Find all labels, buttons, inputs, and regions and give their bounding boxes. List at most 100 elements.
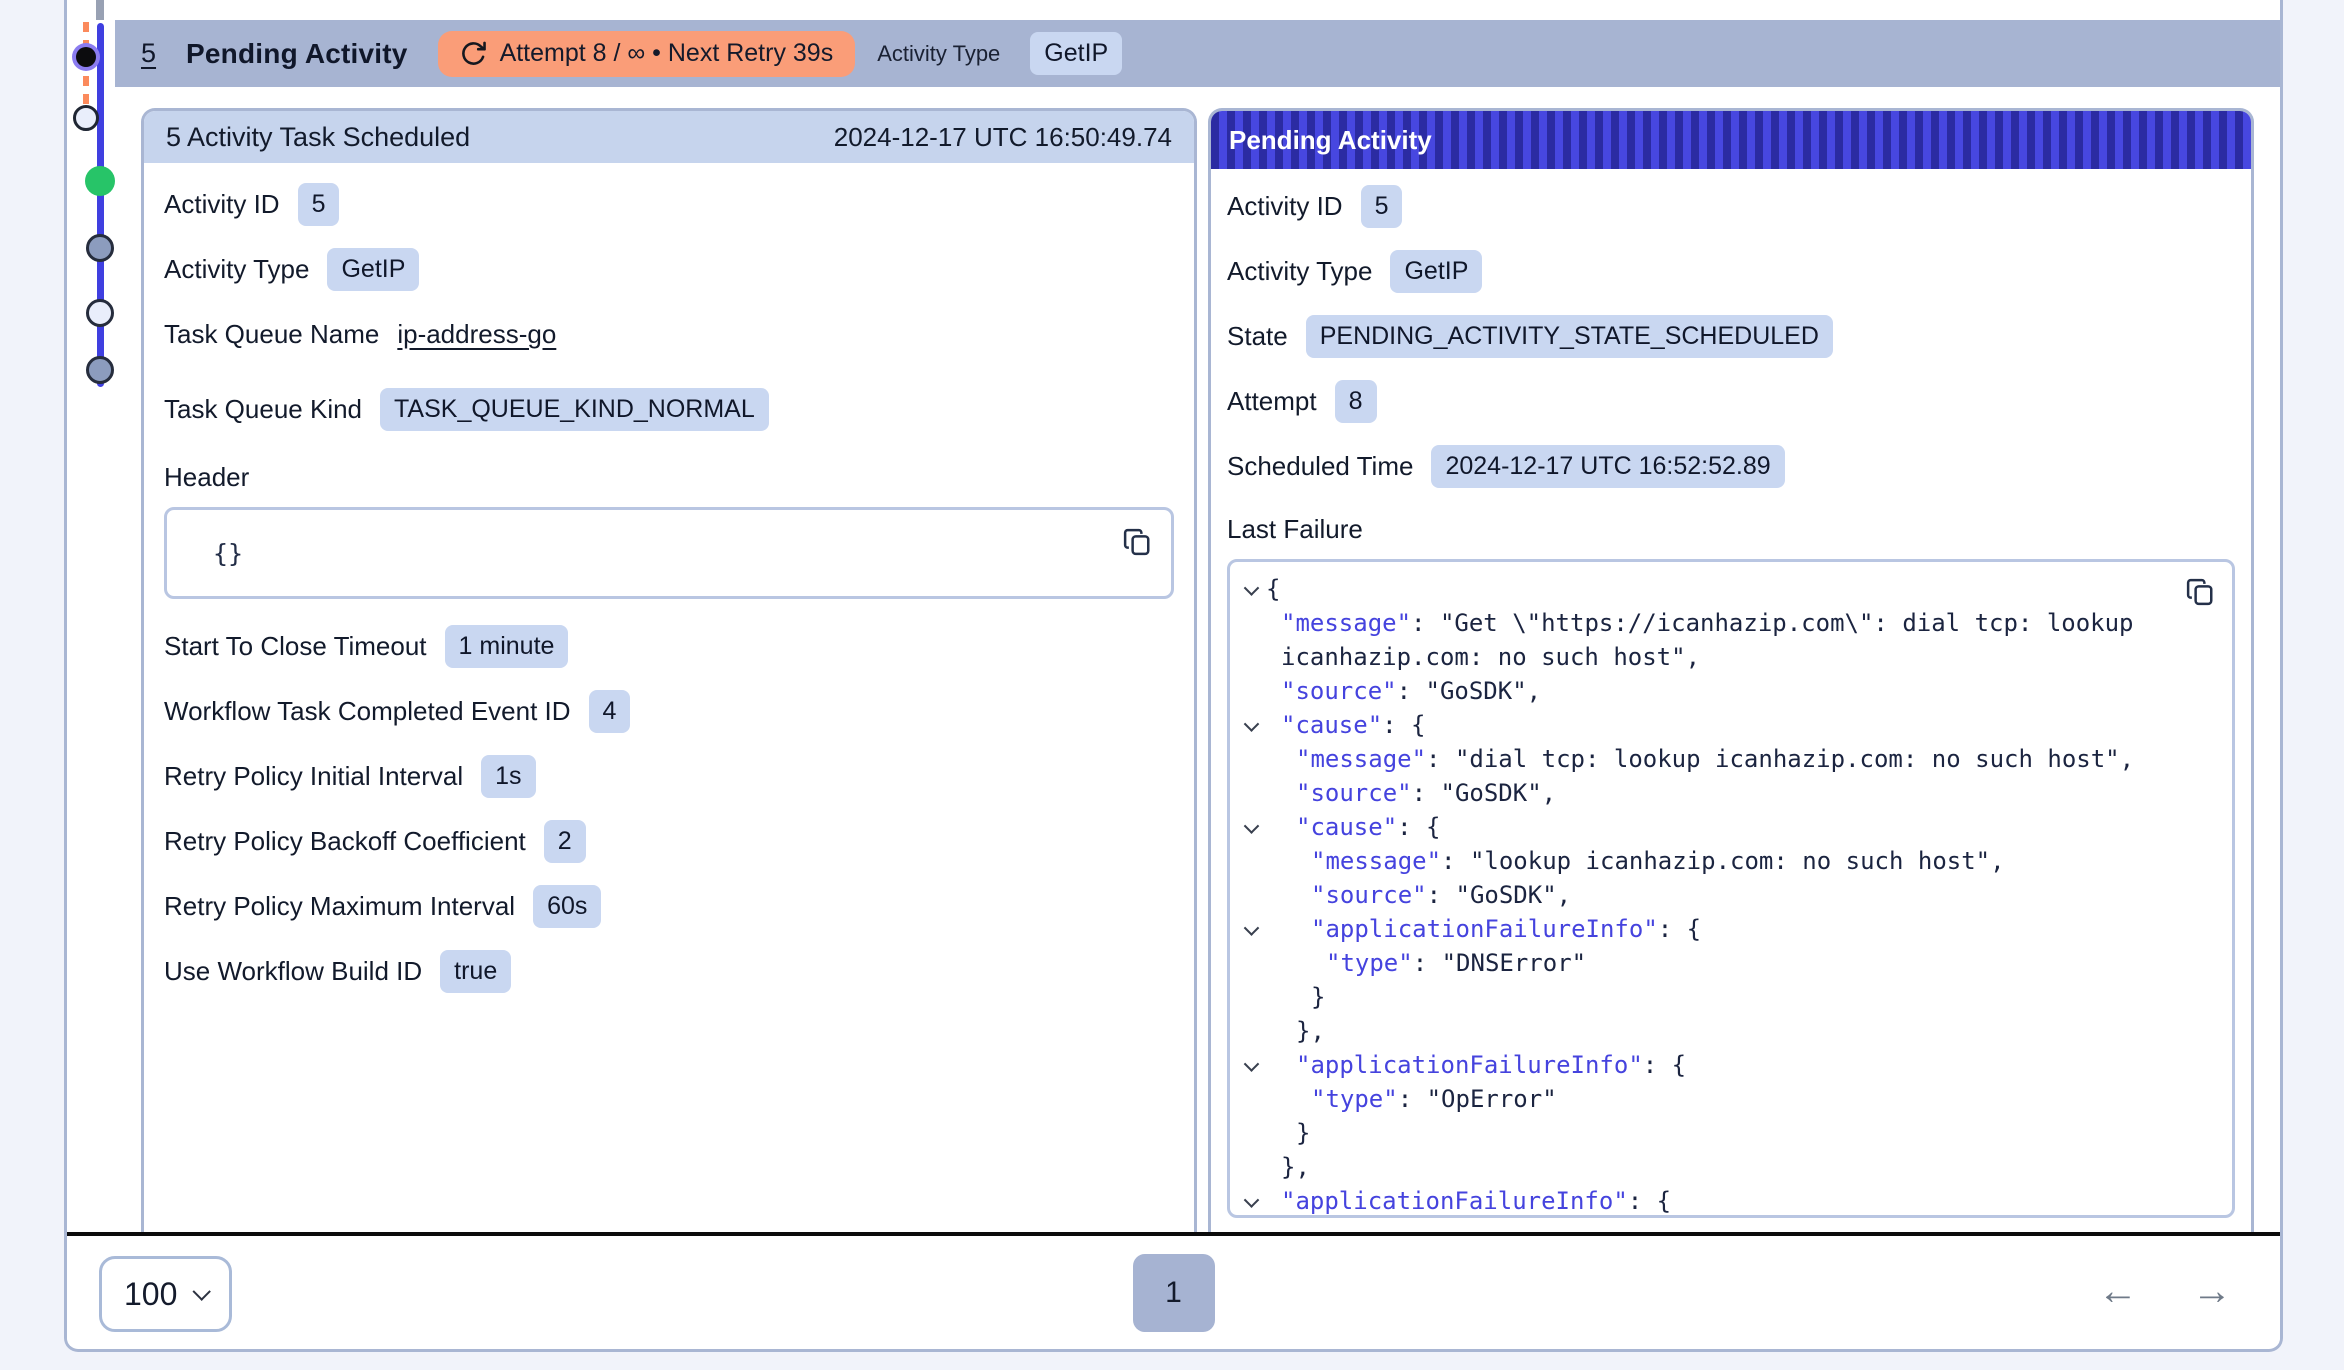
field-row: Scheduled Time 2024-12-17 UTC 16:52:52.8… bbox=[1227, 443, 2235, 489]
json-line: "cause": { bbox=[1236, 708, 2182, 742]
json-line: "type": "OpError" bbox=[1236, 1082, 2182, 1116]
previous-page-arrow-icon[interactable]: ← bbox=[2098, 1271, 2138, 1311]
chevron-spacer bbox=[1236, 946, 1266, 980]
json-line-text: "cause": { bbox=[1266, 708, 2182, 742]
field-value-badge: true bbox=[440, 950, 511, 993]
field-value-badge: 2 bbox=[544, 820, 586, 863]
json-line: "applicationFailureInfo": { bbox=[1236, 912, 2182, 946]
page-number-button[interactable]: 1 bbox=[1133, 1254, 1215, 1332]
field-row: Task Queue Name ip-address-go bbox=[164, 311, 1174, 357]
chevron-spacer bbox=[1236, 980, 1266, 1014]
next-page-arrow-icon[interactable]: → bbox=[2192, 1271, 2232, 1311]
pending-card-header: Pending Activity bbox=[1211, 111, 2251, 169]
event-id-link[interactable]: 5 bbox=[141, 38, 156, 69]
activity-type-label: Activity Type bbox=[877, 41, 1000, 67]
field-row: Attempt 8 bbox=[1227, 378, 2235, 424]
field-label: Scheduled Time bbox=[1227, 451, 1413, 482]
chevron-spacer bbox=[1236, 674, 1266, 708]
json-line-text: }, bbox=[1266, 1150, 2182, 1184]
field-label: Retry Policy Maximum Interval bbox=[164, 891, 515, 922]
field-label: State bbox=[1227, 321, 1288, 352]
scheduled-card-body: Activity ID 5 Activity Type GetIP Task Q… bbox=[144, 163, 1194, 1232]
collapse-chevron-icon[interactable] bbox=[1236, 810, 1266, 844]
json-line: "type": "DNSError" bbox=[1236, 946, 2182, 980]
field-label: Activity Type bbox=[1227, 256, 1372, 287]
page-size-value: 100 bbox=[124, 1276, 177, 1313]
collapse-chevron-icon[interactable] bbox=[1236, 1184, 1266, 1218]
refresh-icon bbox=[460, 40, 487, 67]
copy-button[interactable] bbox=[1119, 524, 1155, 560]
copy-icon bbox=[1122, 527, 1152, 557]
timeline-marker-completed[interactable] bbox=[85, 166, 115, 196]
last-failure-json-block: {"message": "Get \"https://icanhazip.com… bbox=[1227, 559, 2235, 1218]
chevron-spacer bbox=[1236, 776, 1266, 810]
previous-row-remnant bbox=[67, 0, 2280, 20]
chevron-spacer bbox=[1236, 1150, 1266, 1184]
chevron-spacer bbox=[1236, 1082, 1266, 1116]
retry-badge: Attempt 8 / ∞ • Next Retry 39s bbox=[438, 31, 856, 77]
json-line-text: { bbox=[1266, 572, 2182, 606]
timeline-marker-event-1[interactable] bbox=[86, 234, 114, 262]
field-row: Activity Type GetIP bbox=[164, 246, 1174, 292]
json-line: }, bbox=[1236, 1014, 2182, 1048]
json-line-text: "message": "dial tcp: lookup icanhazip.c… bbox=[1266, 742, 2182, 776]
field-label: Task Queue Name bbox=[164, 319, 379, 350]
field-label: Use Workflow Build ID bbox=[164, 956, 422, 987]
chevron-spacer bbox=[1236, 1116, 1266, 1150]
json-line: "message": "lookup icanhazip.com: no suc… bbox=[1236, 844, 2182, 878]
field-value-badge: 1 minute bbox=[445, 625, 569, 668]
field-label: Attempt bbox=[1227, 386, 1317, 417]
json-line-text: "type": "OpError" bbox=[1266, 1082, 2182, 1116]
json-line-text: "source": "GoSDK", bbox=[1266, 776, 2182, 810]
field-value-badge: 4 bbox=[589, 690, 631, 733]
field-row: Start To Close Timeout 1 minute bbox=[164, 623, 1174, 669]
scheduled-card-header: 5 Activity Task Scheduled 2024-12-17 UTC… bbox=[144, 111, 1194, 163]
header-payload-text: {} bbox=[213, 539, 243, 568]
timeline-line-previous bbox=[96, 0, 104, 20]
page-size-select[interactable]: 100 bbox=[99, 1256, 232, 1332]
collapse-chevron-icon[interactable] bbox=[1236, 708, 1266, 742]
field-value-badge: 8 bbox=[1335, 380, 1377, 423]
timeline-marker-current[interactable] bbox=[76, 47, 96, 67]
page: 5 Pending Activity Attempt 8 / ∞ • Next … bbox=[0, 0, 2344, 1370]
chevron-spacer bbox=[1236, 878, 1266, 912]
field-row: Retry Policy Backoff Coefficient 2 bbox=[164, 818, 1174, 864]
field-label: Start To Close Timeout bbox=[164, 631, 427, 662]
timeline-marker-event-3[interactable] bbox=[86, 356, 114, 384]
field-row: Activity ID 5 bbox=[1227, 183, 2235, 229]
json-line: "message": "Get \"https://icanhazip.com\… bbox=[1236, 606, 2182, 674]
retry-badge-text: Attempt 8 / ∞ • Next Retry 39s bbox=[500, 39, 834, 68]
json-line-text: "applicationFailureInfo": { bbox=[1266, 912, 2182, 946]
collapse-chevron-icon[interactable] bbox=[1236, 1048, 1266, 1082]
json-line-text: "source": "GoSDK", bbox=[1266, 878, 2182, 912]
scheduled-card-timestamp: 2024-12-17 UTC 16:50:49.74 bbox=[834, 122, 1172, 153]
json-line-text: "applicationFailureInfo": { bbox=[1266, 1048, 2182, 1082]
event-detail-area: 5 Activity Task Scheduled 2024-12-17 UTC… bbox=[67, 87, 2280, 1232]
field-value-badge: GetIP bbox=[327, 248, 419, 291]
json-viewer: {"message": "Get \"https://icanhazip.com… bbox=[1236, 572, 2182, 1218]
last-failure-label: Last Failure bbox=[1227, 514, 2235, 545]
field-label: Activity Type bbox=[164, 254, 309, 285]
field-label: Task Queue Kind bbox=[164, 394, 362, 425]
event-row-pending-activity[interactable]: 5 Pending Activity Attempt 8 / ∞ • Next … bbox=[67, 20, 2280, 87]
field-row: Retry Policy Initial Interval 1s bbox=[164, 753, 1174, 799]
chevron-spacer bbox=[1236, 606, 1266, 640]
task-queue-link[interactable]: ip-address-go bbox=[397, 319, 556, 350]
copy-button[interactable] bbox=[2182, 574, 2218, 610]
event-history-panel: 5 Pending Activity Attempt 8 / ∞ • Next … bbox=[64, 0, 2283, 1352]
json-line: "source": "GoSDK", bbox=[1236, 878, 2182, 912]
field-label: Retry Policy Initial Interval bbox=[164, 761, 463, 792]
json-line-text: "type": "DNSError" bbox=[1266, 946, 2182, 980]
json-line-text: } bbox=[1266, 980, 2182, 1014]
chevron-down-icon bbox=[192, 1282, 210, 1300]
timeline-line-current bbox=[97, 23, 104, 387]
collapse-chevron-icon[interactable] bbox=[1236, 912, 1266, 946]
timeline-marker-event-2[interactable] bbox=[86, 299, 114, 327]
collapse-chevron-icon[interactable] bbox=[1236, 572, 1266, 606]
json-line-text: "cause": { bbox=[1266, 810, 2182, 844]
copy-icon bbox=[2185, 577, 2215, 607]
json-line-text: "applicationFailureInfo": { bbox=[1266, 1184, 2182, 1218]
timeline-marker-scheduled[interactable] bbox=[73, 105, 99, 131]
json-line: "message": "dial tcp: lookup icanhazip.c… bbox=[1236, 742, 2182, 776]
field-row: Task Queue Kind TASK_QUEUE_KIND_NORMAL bbox=[164, 386, 1174, 432]
